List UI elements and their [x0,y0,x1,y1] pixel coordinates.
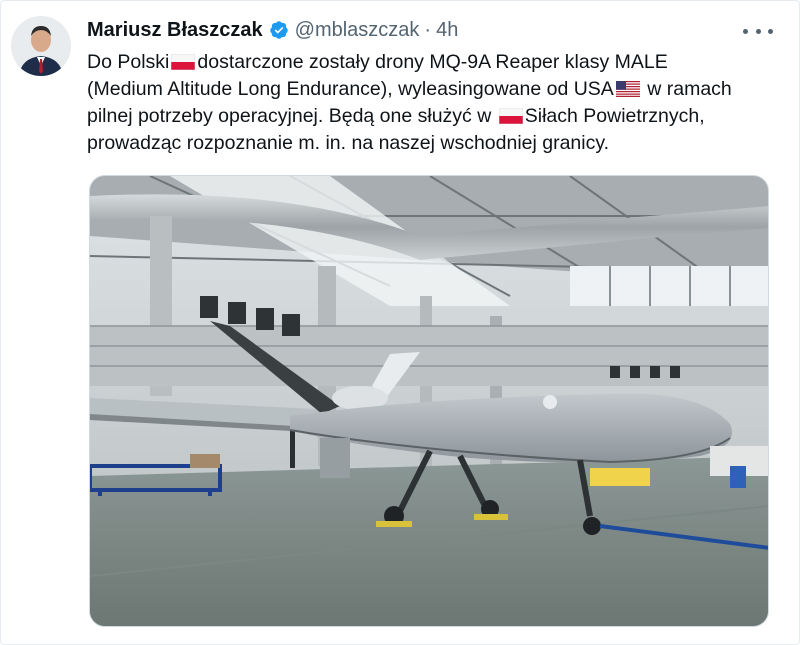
tweet-line-1: Do Polski dostarczone zostały drony MQ-9A… [87,49,787,76]
timestamp[interactable]: 4h [436,19,458,42]
text-segment: Siłach Powietrznych, [524,105,705,127]
text-segment: prowadząc rozpoznanie m. in. na naszej w… [87,132,610,154]
verified-badge-icon [269,21,288,39]
tweet-card[interactable]: Mariusz Błaszczak @mblaszczak · 4h Do Po… [0,0,800,645]
tweet-text: Do Polski dostarczone zostały drony MQ-9A… [87,49,787,157]
author-name[interactable]: Mariusz Błaszczak [87,19,263,42]
tweet-media-image[interactable] [89,175,769,627]
text-segment: w ramach [647,78,732,100]
text-segment: Do Polski [87,51,170,73]
poland-flag-icon [171,54,196,70]
text-segment: pilnej potrzeby operacyjnej. Będą one sł… [87,105,492,127]
drone-hangar-photo [90,176,768,626]
tweet-line-3: pilnej potrzeby operacyjnej. Będą one sł… [87,103,787,130]
author-handle[interactable]: @mblaszczak [295,19,420,42]
text-segment: dostarczone zostały drony MQ-9A Reaper k… [197,51,668,73]
tweet-line-4: prowadząc rozpoznanie m. in. na naszej w… [87,130,787,157]
separator-dot: · [424,18,432,41]
tweet-header: Mariusz Błaszczak @mblaszczak · 4h [87,15,458,45]
tweet-line-2: (Medium Altitude Long Endurance), wyleas… [87,76,787,103]
avatar-photo [11,16,71,76]
avatar[interactable] [11,16,71,76]
text-segment: (Medium Altitude Long Endurance), wyleas… [87,78,614,100]
poland-flag-icon [498,108,523,124]
usa-flag-icon [615,81,640,97]
more-options-icon[interactable] [743,21,773,41]
